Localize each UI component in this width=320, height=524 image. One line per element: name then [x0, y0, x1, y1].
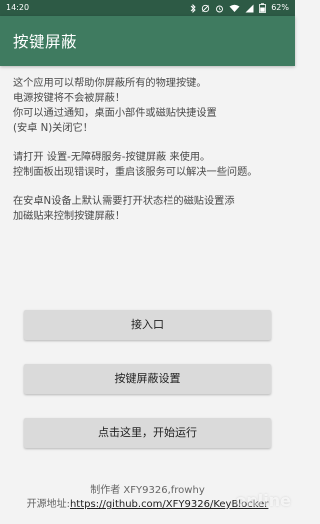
source-label: 开源地址: — [26, 499, 70, 510]
signal-icon — [245, 4, 254, 12]
status-bar: 14:20 62% — [0, 0, 295, 16]
start-button[interactable]: 点击这里，开始运行 — [24, 418, 271, 448]
description-line: 请打开 设置-无障碍服务-按键屏蔽 来使用。 — [13, 152, 211, 163]
watermark: online — [235, 491, 291, 510]
status-time: 14:20 — [6, 3, 30, 12]
app-title: 按键屏蔽 — [13, 33, 78, 51]
blocker-settings-button[interactable]: 按键屏蔽设置 — [24, 364, 271, 394]
description-paragraph: 这个应用可以帮助你屏蔽所有的物理按键。 电源按键将不会被屏蔽！ 你可以通过通知，… — [13, 76, 288, 136]
wifi-icon — [229, 4, 240, 12]
silent-icon — [202, 4, 210, 12]
description-line: 电源按键将不会被屏蔽！ — [13, 93, 126, 104]
description-line: 控制面板出现错误时，重启该服务可以解决一些问题。 — [13, 167, 258, 178]
description-line: 这个应用可以帮助你屏蔽所有的物理按键。 — [13, 78, 207, 89]
bluetooth-icon — [190, 3, 196, 13]
battery-icon — [259, 3, 267, 13]
description-line: 加磁贴来控制按键屏蔽！ — [13, 211, 126, 222]
entry-button[interactable]: 接入口 — [24, 310, 271, 340]
alarm-icon — [216, 5, 224, 12]
description-line: 你可以通过通知，桌面小部件或磁贴快捷设置 — [13, 108, 217, 119]
description: 这个应用可以帮助你屏蔽所有的物理按键。 电源按键将不会被屏蔽！ 你可以通过通知，… — [13, 76, 288, 238]
battery-percent: 62% — [271, 3, 289, 12]
status-icons: 62% — [190, 0, 289, 16]
description-paragraph: 在安卓N设备上默认需要打开状态栏的磁贴设置添 加磁贴来控制按键屏蔽！ — [13, 194, 288, 224]
app-bar: 按键屏蔽 — [0, 16, 295, 66]
description-paragraph: 请打开 设置-无障碍服务-按键屏蔽 来使用。 控制面板出现错误时，重启该服务可以… — [13, 150, 288, 180]
description-line: 在安卓N设备上默认需要打开状态栏的磁贴设置添 — [13, 196, 235, 207]
description-line: (安卓 N)关闭它！ — [13, 123, 93, 134]
